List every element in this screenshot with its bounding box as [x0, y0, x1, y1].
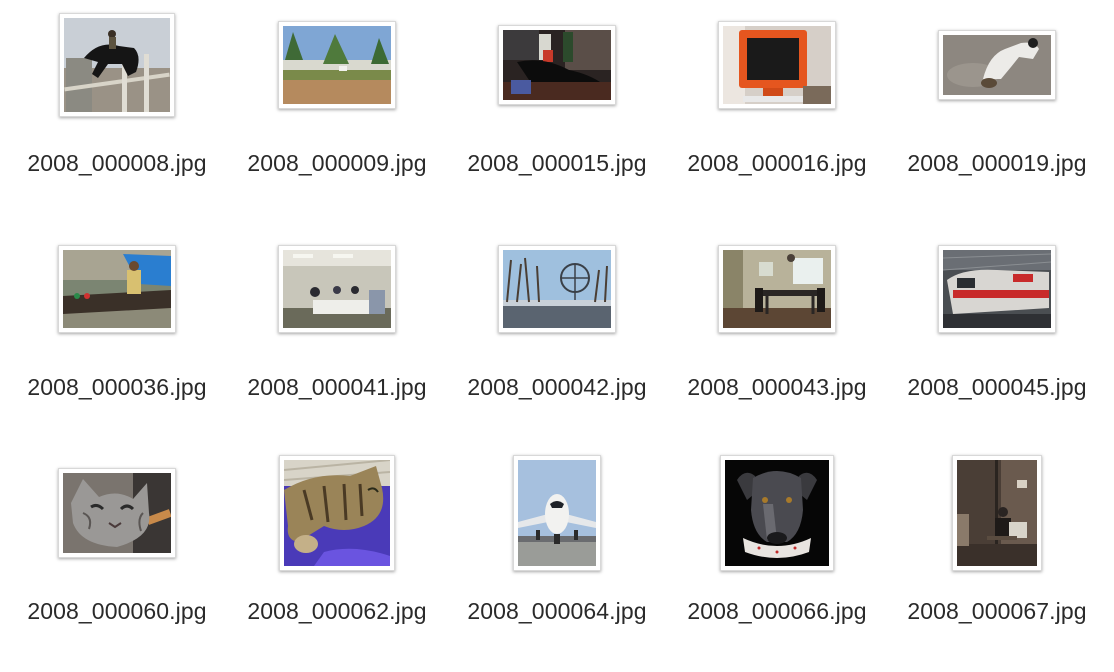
file-name: 2008_000015.jpg — [467, 150, 647, 176]
dining-room-thumbnail[interactable] — [718, 245, 836, 333]
file-name: 2008_000064.jpg — [467, 598, 647, 624]
file-item[interactable]: 2008_000016.jpg — [667, 0, 887, 224]
file-name: 2008_000036.jpg — [27, 374, 207, 400]
bottles-table-thumbnail[interactable] — [498, 25, 616, 105]
ferris-wheel-thumbnail[interactable] — [498, 245, 616, 333]
file-name: 2008_000016.jpg — [687, 150, 867, 176]
orange-monitor-thumbnail[interactable] — [718, 21, 836, 109]
file-name: 2008_000060.jpg — [27, 598, 207, 624]
file-item[interactable]: 2008_000009.jpg — [227, 0, 447, 224]
file-name: 2008_000043.jpg — [687, 374, 867, 400]
sleeping-cat-thumbnail[interactable] — [279, 455, 395, 571]
file-name: 2008_000041.jpg — [247, 374, 427, 400]
horse-jump-thumbnail[interactable] — [59, 13, 175, 117]
file-name: 2008_000045.jpg — [907, 374, 1087, 400]
file-name: 2008_000042.jpg — [467, 374, 647, 400]
file-item[interactable]: 2008_000036.jpg — [7, 224, 227, 448]
file-item[interactable]: 2008_000066.jpg — [667, 448, 887, 672]
file-item[interactable]: 2008_000041.jpg — [227, 224, 447, 448]
file-item[interactable]: 2008_000019.jpg — [887, 0, 1107, 224]
cat-face-thumbnail[interactable] — [58, 468, 176, 558]
meeting-room-thumbnail[interactable] — [278, 245, 396, 333]
file-name: 2008_000008.jpg — [27, 150, 207, 176]
file-item[interactable]: 2008_000062.jpg — [227, 448, 447, 672]
file-icon-grid: 2008_000008.jpg 2008_000009.jpg 2008_000… — [7, 0, 1107, 650]
file-item[interactable]: 2008_000067.jpg — [887, 448, 1107, 672]
file-item[interactable]: 2008_000064.jpg — [447, 448, 667, 672]
file-name: 2008_000009.jpg — [247, 150, 427, 176]
file-name: 2008_000067.jpg — [907, 598, 1087, 624]
airplane-thumbnail[interactable] — [513, 455, 601, 571]
train-station-thumbnail[interactable] — [938, 245, 1056, 333]
dog-portrait-thumbnail[interactable] — [720, 455, 834, 571]
room-person-thumbnail[interactable] — [952, 455, 1042, 571]
dog-sand-thumbnail[interactable] — [938, 30, 1056, 100]
file-name: 2008_000019.jpg — [907, 150, 1087, 176]
file-item[interactable]: 2008_000060.jpg — [7, 448, 227, 672]
file-item[interactable]: 2008_000043.jpg — [667, 224, 887, 448]
file-item[interactable]: 2008_000042.jpg — [447, 224, 667, 448]
file-name: 2008_000066.jpg — [687, 598, 867, 624]
field-cattle-thumbnail[interactable] — [278, 21, 396, 109]
file-name: 2008_000062.jpg — [247, 598, 427, 624]
file-item[interactable]: 2008_000015.jpg — [447, 0, 667, 224]
file-item[interactable]: 2008_000045.jpg — [887, 224, 1107, 448]
file-item[interactable]: 2008_000008.jpg — [7, 0, 227, 224]
boat-woman-thumbnail[interactable] — [58, 245, 176, 333]
